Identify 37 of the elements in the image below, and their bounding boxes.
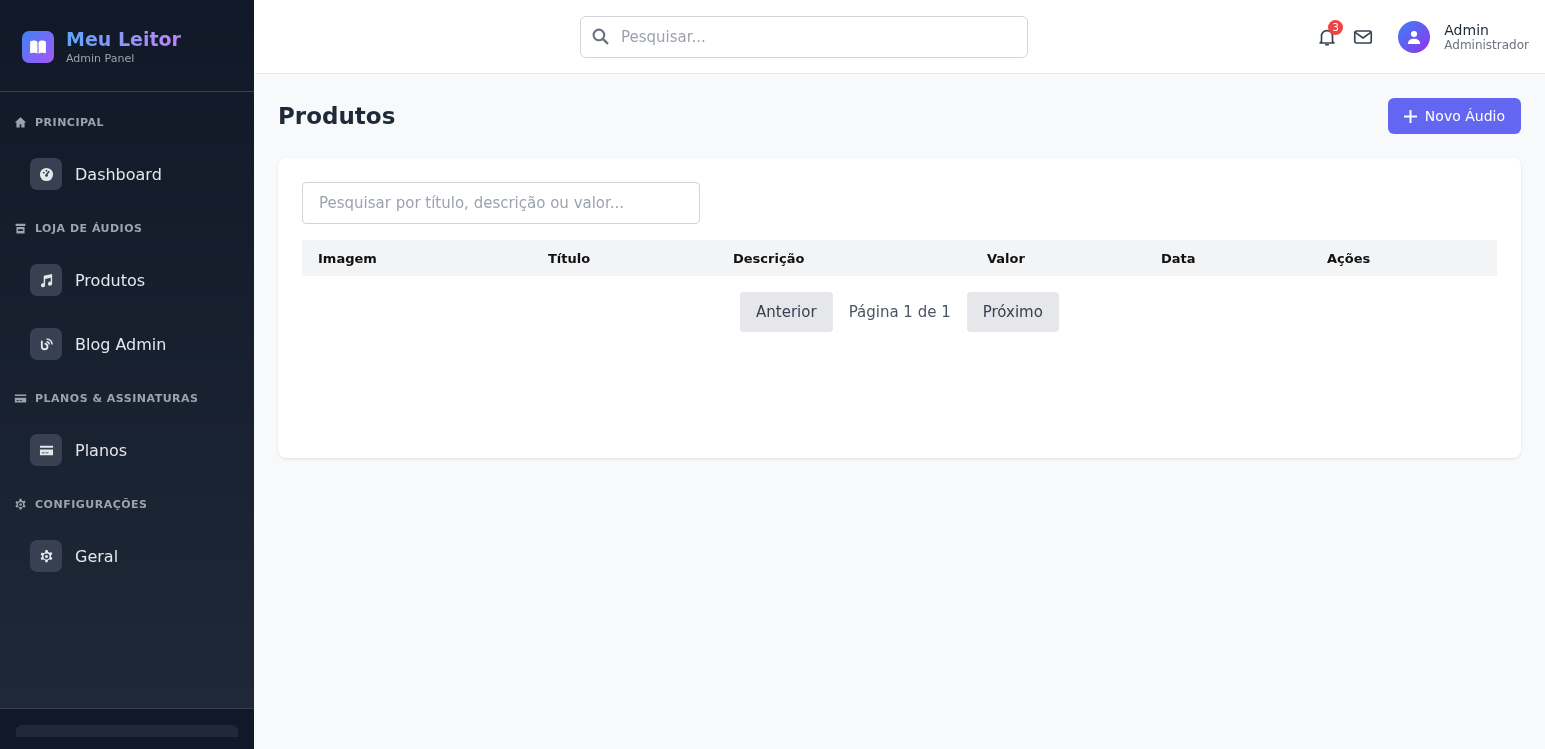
store-icon xyxy=(14,222,27,235)
section-title: CONFIGURAÇÕES xyxy=(35,498,148,511)
column-header: Valor xyxy=(986,250,1026,266)
column-header: Descrição xyxy=(732,250,806,266)
page-title: Produtos xyxy=(278,103,396,129)
settings-icon xyxy=(38,548,54,564)
column-header: Imagem xyxy=(317,250,378,266)
notification-badge: 3 xyxy=(1328,19,1344,35)
section-title: PRINCIPAL xyxy=(35,116,105,129)
brand-subtitle: Admin Panel xyxy=(66,52,136,65)
sidebar-item[interactable]: Geral xyxy=(0,540,254,572)
sidebar-item[interactable]: Dashboard xyxy=(0,158,254,190)
filter-field[interactable]: Pesquisar por título, descrição ou valor... xyxy=(302,182,700,224)
column-header: Data xyxy=(1160,250,1197,266)
previous-button[interactable]: Anterior xyxy=(740,292,833,332)
column-header: Título xyxy=(547,250,592,266)
music-note-icon xyxy=(38,272,54,288)
house-icon xyxy=(14,116,27,129)
feed-icon xyxy=(38,336,54,352)
avatar-icon[interactable] xyxy=(1398,20,1431,53)
new-audio-button[interactable]: Novo Áudio xyxy=(1387,98,1521,134)
plus-icon xyxy=(1403,109,1417,123)
page-info: Página 1 de 1 xyxy=(848,303,951,321)
next-button[interactable]: Próximo xyxy=(966,292,1059,332)
book-logo-icon xyxy=(22,30,54,63)
gauge-icon xyxy=(38,166,54,182)
settings-icon xyxy=(14,498,27,511)
search-field[interactable]: Pesquisar... xyxy=(580,15,1028,58)
sidebar-item[interactable]: Planos xyxy=(0,434,254,466)
card-icon xyxy=(14,392,27,405)
user-name: Admin xyxy=(1444,21,1490,38)
section-title: PLANOS & ASSINATURAS xyxy=(35,392,199,405)
sidebar-item[interactable]: Blog Admin xyxy=(0,328,254,360)
column-header: Ações xyxy=(1326,250,1372,266)
user-role: Administrador xyxy=(1444,37,1529,52)
section-title: LOJA DE ÁUDIOS xyxy=(35,222,143,235)
sidebar-item[interactable]: Produtos xyxy=(0,264,254,296)
